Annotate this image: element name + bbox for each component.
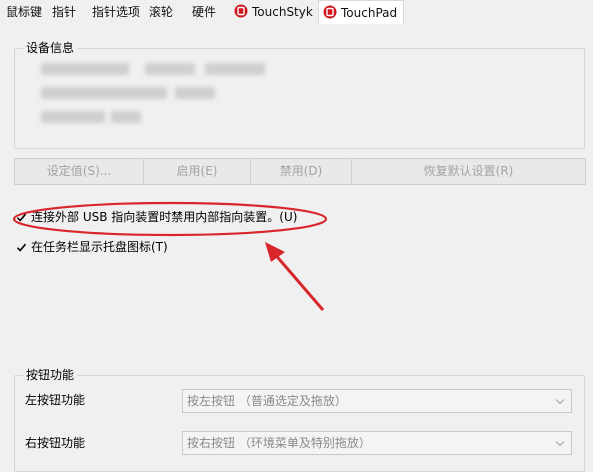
tray-icon-label: 在任务栏显示托盘图标(T)	[31, 240, 168, 254]
tab-bar: 鼠标键 指针 指针选项 滚轮 硬件 TouchStyk TouchPad	[0, 0, 593, 25]
redacted-info	[41, 63, 129, 75]
left-button-function-value: 按左按钮 （普通选定及拖放）	[187, 394, 347, 408]
tab-touchstyk-label: TouchStyk	[252, 5, 313, 19]
settings-button[interactable]: 设定值(S)...	[14, 158, 144, 185]
enable-button[interactable]: 启用(E)	[143, 158, 251, 185]
right-button-function-label: 右按钮功能	[25, 436, 86, 450]
chevron-down-icon	[555, 441, 565, 447]
tab-touchpad-label: TouchPad	[341, 6, 398, 20]
redacted-info	[41, 111, 105, 123]
tab-wheel[interactable]: 滚轮	[149, 2, 173, 22]
checkmark-icon[interactable]	[16, 242, 27, 253]
right-button-function-value: 按右按钮 （环境菜单及特别拖放）	[187, 436, 371, 450]
tab-touchpad[interactable]: TouchPad	[318, 0, 405, 25]
left-button-function-label: 左按钮功能	[25, 393, 86, 407]
redacted-info	[175, 87, 215, 99]
button-functions-legend: 按钮功能	[23, 368, 78, 382]
redacted-info	[41, 87, 167, 99]
disable-button[interactable]: 禁用(D)	[250, 158, 352, 185]
checkmark-icon[interactable]	[16, 212, 27, 223]
tray-icon-option[interactable]: 在任务栏显示托盘图标(T)	[16, 240, 168, 254]
device-info-legend: 设备信息	[23, 41, 78, 55]
tab-hardware[interactable]: 硬件	[192, 2, 216, 22]
redacted-info	[145, 63, 195, 75]
restore-defaults-button[interactable]: 恢复默认设置(R)	[351, 158, 586, 185]
tab-pointers[interactable]: 指针	[52, 2, 76, 22]
tab-touchstyk[interactable]: TouchStyk	[234, 2, 313, 22]
device-info-group: 设备信息	[14, 41, 585, 149]
touch-brand-icon	[234, 4, 248, 18]
left-button-function-select[interactable]: 按左按钮 （普通选定及拖放）	[182, 389, 572, 413]
device-action-bar: 设定值(S)... 启用(E) 禁用(D) 恢复默认设置(R)	[14, 158, 586, 185]
tab-pointer-options[interactable]: 指针选项	[92, 2, 140, 22]
button-functions-group: 按钮功能 左按钮功能 按左按钮 （普通选定及拖放） 右按钮功能 按右按钮 （环境…	[14, 368, 585, 472]
disable-internal-label: 连接外部 USB 指向装置时禁用内部指向装置。(U)	[31, 210, 298, 224]
redacted-info	[205, 63, 265, 75]
right-button-function-select[interactable]: 按右按钮 （环境菜单及特别拖放）	[182, 431, 572, 455]
tab-buttons[interactable]: 鼠标键	[6, 2, 42, 22]
touch-brand-icon	[323, 3, 337, 19]
disable-internal-option[interactable]: 连接外部 USB 指向装置时禁用内部指向装置。(U)	[16, 210, 297, 224]
redacted-info	[111, 111, 141, 123]
touchpad-panel: 设备信息 设定值(S)... 启用(E) 禁用(D) 恢复默认设置(R) 连接外…	[0, 24, 593, 472]
chevron-down-icon	[555, 399, 565, 405]
